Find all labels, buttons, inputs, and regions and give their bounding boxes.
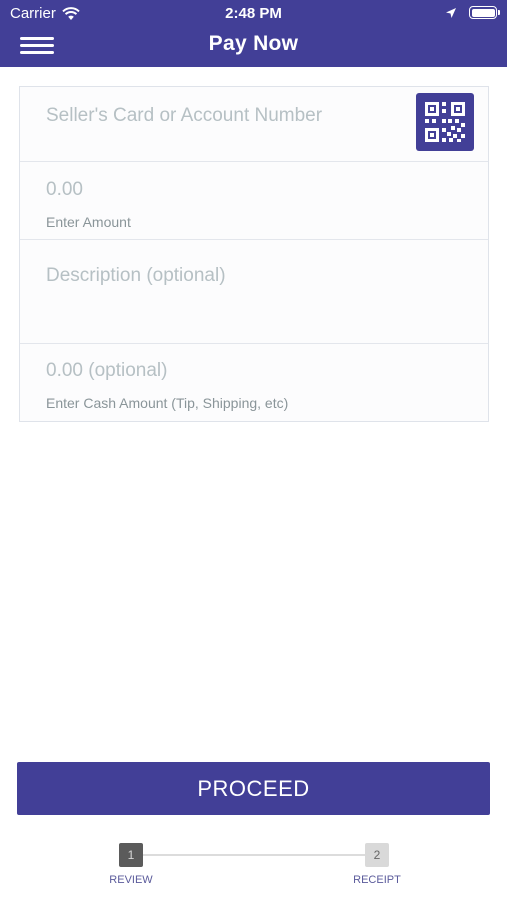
- step-review-label: REVIEW: [109, 874, 153, 886]
- amount-label: Enter Amount: [46, 214, 131, 230]
- location-arrow-icon: [446, 7, 456, 18]
- status-time: 2:48 PM: [225, 5, 282, 22]
- cash-amount-label: Enter Cash Amount (Tip, Shipping, etc): [46, 395, 289, 411]
- step-connector: [131, 854, 377, 856]
- description-field[interactable]: Description (optional): [20, 240, 488, 344]
- step-receipt-label: RECEIPT: [353, 874, 401, 886]
- proceed-button[interactable]: PROCEED: [17, 762, 490, 815]
- qr-code-icon: [425, 102, 465, 142]
- page-title: Pay Now: [208, 32, 299, 55]
- payment-form: Seller's Card or Account Number 0.00 Ent…: [19, 86, 489, 422]
- seller-account-placeholder[interactable]: Seller's Card or Account Number: [46, 105, 322, 127]
- battery-icon: [469, 6, 500, 19]
- amount-field[interactable]: 0.00 Enter Amount: [20, 162, 488, 240]
- qr-scan-button[interactable]: [416, 93, 474, 151]
- amount-input[interactable]: 0.00: [46, 179, 83, 201]
- status-indicators: [445, 6, 500, 19]
- description-input[interactable]: Description (optional): [46, 265, 226, 287]
- app-header: Carrier 2:48 PM Pay Now: [0, 0, 507, 67]
- seller-account-field[interactable]: Seller's Card or Account Number: [20, 87, 488, 162]
- step-receipt-indicator: 2: [365, 843, 389, 867]
- cash-amount-input[interactable]: 0.00 (optional): [46, 360, 167, 382]
- progress-steps: 1 2 REVIEW RECEIPT: [0, 842, 507, 892]
- step-review-indicator: 1: [119, 843, 143, 867]
- cash-amount-field[interactable]: 0.00 (optional) Enter Cash Amount (Tip, …: [20, 344, 488, 422]
- status-bar: Carrier 2:48 PM: [0, 0, 507, 28]
